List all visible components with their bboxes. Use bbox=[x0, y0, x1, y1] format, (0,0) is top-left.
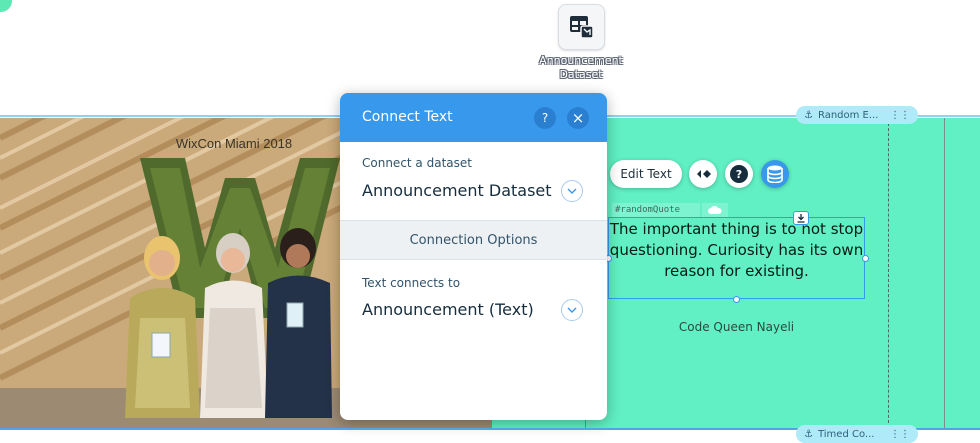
drag-handle-icon[interactable]: ⋮⋮ bbox=[890, 110, 910, 121]
anchor-icon: ⚓ bbox=[804, 428, 813, 440]
help-icon: ? bbox=[541, 111, 549, 125]
connects-dropdown-value[interactable]: Announcement (Text) bbox=[362, 300, 534, 319]
chevron-down-icon bbox=[567, 307, 577, 313]
column-guide-right bbox=[944, 118, 945, 428]
database-icon bbox=[767, 165, 783, 183]
photo-caption: WixCon Miami 2018 bbox=[176, 136, 292, 151]
panel-header[interactable]: Connect Text ? × bbox=[340, 93, 607, 142]
connects-dropdown-button[interactable] bbox=[561, 299, 583, 321]
animation-icon bbox=[697, 170, 711, 178]
quote-text[interactable]: The important thing is to not stop quest… bbox=[608, 219, 865, 282]
connect-text-panel: Connect Text ? × Connect a dataset Annou… bbox=[340, 93, 607, 420]
element-id-tag: #randomQuote bbox=[612, 203, 700, 217]
dataset-element-label: Announcement Dataset bbox=[539, 54, 623, 81]
anchor-timed[interactable]: ⚓ Timed Co... ⋮⋮ bbox=[796, 425, 918, 443]
help-icon: ? bbox=[730, 165, 748, 183]
dataset-field-label: Connect a dataset bbox=[362, 156, 472, 170]
edit-text-button[interactable]: Edit Text bbox=[610, 160, 682, 188]
drag-handle-icon[interactable]: ⋮⋮ bbox=[890, 429, 910, 440]
anchor-label: Timed Co... bbox=[817, 428, 875, 440]
dataset-dropdown-value[interactable]: Announcement Dataset bbox=[362, 181, 552, 200]
animation-button[interactable] bbox=[689, 160, 717, 188]
panel-help-button[interactable]: ? bbox=[534, 107, 556, 129]
chevron-down-icon bbox=[567, 188, 577, 194]
panel-title: Connect Text bbox=[362, 109, 453, 125]
dataset-table-icon bbox=[569, 16, 594, 39]
download-icon[interactable] bbox=[793, 211, 809, 225]
cloud-icon bbox=[702, 203, 728, 217]
svg-text:?: ? bbox=[736, 168, 742, 181]
connects-field-label: Text connects to bbox=[362, 276, 461, 290]
connect-data-button[interactable] bbox=[761, 160, 789, 188]
resize-handle-right[interactable] bbox=[862, 255, 869, 262]
dataset-dropdown-button[interactable] bbox=[561, 180, 583, 202]
column-guide-dashed bbox=[888, 118, 889, 428]
connection-options-header: Connection Options bbox=[340, 220, 607, 260]
anchor-icon: ⚓ bbox=[804, 109, 813, 121]
anchor-label: Random E... bbox=[817, 109, 879, 121]
panel-close-button[interactable]: × bbox=[567, 107, 589, 129]
resize-handle-bottom[interactable] bbox=[733, 296, 740, 303]
anchor-random[interactable]: ⚓ Random E... ⋮⋮ bbox=[796, 106, 918, 124]
close-icon: × bbox=[571, 109, 585, 127]
help-button[interactable]: ? bbox=[725, 160, 753, 188]
corner-indicator bbox=[0, 0, 12, 12]
dataset-element[interactable] bbox=[558, 4, 605, 50]
author-text[interactable]: Code Queen Nayeli bbox=[608, 320, 865, 334]
